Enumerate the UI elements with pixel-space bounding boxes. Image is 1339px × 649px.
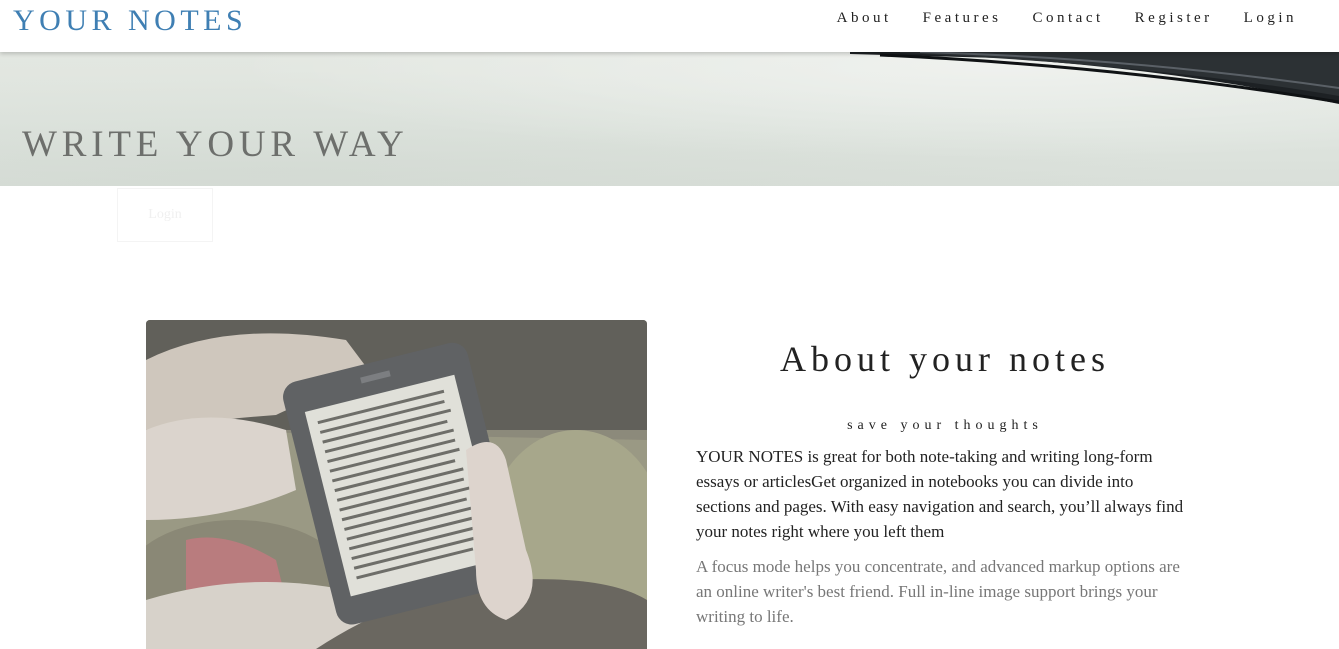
- top-navbar: YOUR NOTES About Features Contact Regist…: [0, 0, 1339, 52]
- about-paragraph-2: A focus mode helps you concentrate, and …: [696, 557, 1180, 626]
- hero-banner: WRITE YOUR WAY: [0, 52, 1339, 186]
- about-subtitle: save your thoughts: [847, 418, 1043, 433]
- kindle-photo-illustration: [146, 320, 647, 649]
- nav-link-register[interactable]: Register: [1135, 10, 1213, 27]
- nav-link-about[interactable]: About: [837, 10, 892, 27]
- about-paragraph-1: YOUR NOTES is great for both note-taking…: [696, 447, 1184, 541]
- hero-title: WRITE YOUR WAY: [22, 124, 409, 165]
- about-title: About your notes: [780, 339, 1110, 379]
- brand-logo[interactable]: YOUR NOTES: [13, 4, 247, 38]
- nav-links: About Features Contact Register Login: [806, 10, 1297, 27]
- nav-link-features[interactable]: Features: [923, 10, 1002, 27]
- hero-login-button[interactable]: Login: [117, 188, 213, 242]
- nav-link-contact[interactable]: Contact: [1033, 10, 1104, 27]
- nav-link-login[interactable]: Login: [1244, 10, 1297, 27]
- kindle-photo: [146, 320, 647, 649]
